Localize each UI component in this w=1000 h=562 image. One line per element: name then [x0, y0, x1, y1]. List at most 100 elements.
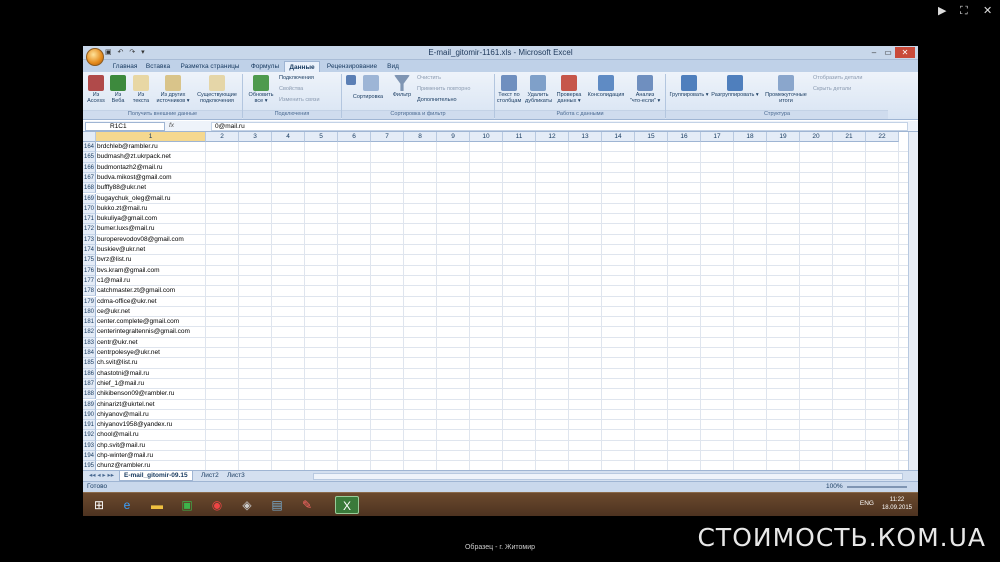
row-header[interactable]: 168: [83, 183, 96, 194]
minimize-button[interactable]: –: [867, 47, 881, 58]
column-header[interactable]: 5: [305, 132, 338, 142]
tab-review[interactable]: Рецензирование: [324, 61, 380, 72]
sheet-nav-arrows[interactable]: ◂◂ ◂ ▸ ▸▸: [85, 471, 118, 481]
zoom-slider[interactable]: [847, 486, 907, 488]
group-button[interactable]: Группировать ▾: [669, 75, 709, 98]
column-header[interactable]: 2: [206, 132, 239, 142]
column-header[interactable]: 8: [404, 132, 437, 142]
row-header[interactable]: 170: [83, 203, 96, 215]
row-header[interactable]: 167: [83, 172, 96, 184]
sort-az-button[interactable]: [345, 75, 357, 86]
row-header[interactable]: 188: [83, 389, 96, 400]
tab-home[interactable]: Главная: [110, 61, 140, 72]
sheet-tab-3[interactable]: Лист3: [223, 471, 249, 481]
name-box[interactable]: R1C1: [85, 122, 165, 131]
row-header[interactable]: 176: [83, 265, 96, 276]
sort-button[interactable]: Сортировка: [349, 94, 387, 100]
row-header[interactable]: 187: [83, 378, 96, 390]
row-header[interactable]: 172: [83, 224, 96, 235]
tab-page-layout[interactable]: Разметка страницы: [175, 61, 245, 72]
column-header[interactable]: 10: [470, 132, 503, 142]
zoom-level[interactable]: 100%: [826, 482, 843, 492]
play-icon[interactable]: ▶: [938, 6, 946, 17]
column-header[interactable]: 15: [635, 132, 668, 142]
row-header[interactable]: 191: [83, 420, 96, 431]
consolidate-button[interactable]: Консолидация: [586, 75, 626, 98]
reapply-button[interactable]: Применить повторно: [417, 86, 491, 92]
column-header[interactable]: 16: [668, 132, 701, 142]
column-header[interactable]: 3: [239, 132, 272, 142]
refresh-all-button[interactable]: Обновить все ▾: [245, 75, 277, 104]
explorer-icon[interactable]: ▬: [145, 496, 169, 514]
column-header[interactable]: 21: [833, 132, 866, 142]
row-header[interactable]: 184: [83, 348, 96, 359]
row-header[interactable]: 192: [83, 430, 96, 441]
horizontal-scrollbar[interactable]: [313, 473, 903, 480]
column-header[interactable]: 17: [701, 132, 734, 142]
column-header[interactable]: 20: [800, 132, 833, 142]
row-header[interactable]: 171: [83, 214, 96, 225]
column-header[interactable]: 22: [866, 132, 899, 142]
remove-duplicates-button[interactable]: Удалить дубликаты: [525, 75, 552, 104]
filter-button[interactable]: Фильтр: [391, 75, 413, 98]
select-all-corner[interactable]: [83, 132, 96, 142]
from-other-sources-button[interactable]: Из других источников ▾: [155, 75, 191, 104]
sort-dialog-icon-button[interactable]: [359, 75, 383, 92]
column-header[interactable]: 18: [734, 132, 767, 142]
column-header[interactable]: 4: [272, 132, 305, 142]
column-header[interactable]: 14: [602, 132, 635, 142]
clock[interactable]: 11:22 18.09.2015: [882, 496, 912, 512]
tab-view[interactable]: Вид: [383, 61, 403, 72]
data-validation-button[interactable]: Проверка данных ▾: [554, 75, 584, 104]
row-header[interactable]: 177: [83, 275, 96, 287]
app-icon[interactable]: ◈: [235, 496, 259, 514]
column-header[interactable]: 12: [536, 132, 569, 142]
row-header[interactable]: 193: [83, 440, 96, 451]
column-header[interactable]: 7: [371, 132, 404, 142]
formula-input[interactable]: 0@mail.ru: [211, 122, 908, 131]
start-icon[interactable]: ⊞: [87, 496, 111, 514]
edit-links-button[interactable]: Изменить связи: [279, 97, 339, 103]
row-header[interactable]: 175: [83, 255, 96, 266]
language-indicator[interactable]: ENG: [860, 500, 874, 507]
row-header[interactable]: 173: [83, 234, 96, 245]
row-header[interactable]: 165: [83, 152, 96, 163]
tab-data[interactable]: Данные: [284, 61, 320, 72]
text-to-columns-button[interactable]: Текст по столбцам: [496, 75, 522, 104]
row-header[interactable]: 179: [83, 296, 96, 307]
column-header[interactable]: 6: [338, 132, 371, 142]
sheet-tab-2[interactable]: Лист2: [197, 471, 223, 481]
vertical-scrollbar[interactable]: [908, 132, 918, 470]
from-web-button[interactable]: Из Веба: [108, 75, 128, 104]
ie-icon[interactable]: e: [115, 496, 139, 514]
from-text-button[interactable]: Из текста: [130, 75, 152, 104]
tab-insert[interactable]: Вставка: [143, 61, 173, 72]
store-icon[interactable]: ▣: [175, 496, 199, 514]
excel-taskbar-icon[interactable]: X: [335, 496, 359, 514]
row-header[interactable]: 180: [83, 306, 96, 318]
row-header[interactable]: 164: [83, 142, 96, 153]
row-header[interactable]: 185: [83, 358, 96, 369]
from-access-button[interactable]: Из Access: [86, 75, 106, 104]
row-header[interactable]: 181: [83, 317, 96, 328]
column-header[interactable]: 11: [503, 132, 536, 142]
row-header[interactable]: 182: [83, 327, 96, 338]
maximize-button[interactable]: ▭: [881, 47, 895, 58]
row-header[interactable]: 174: [83, 245, 96, 256]
tab-formulas[interactable]: Формулы: [248, 61, 282, 72]
what-if-button[interactable]: Анализ "что-если" ▾: [629, 75, 661, 104]
ungroup-button[interactable]: Разгруппировать ▾: [711, 75, 759, 98]
row-header[interactable]: 183: [83, 337, 96, 348]
row-header[interactable]: 178: [83, 286, 96, 297]
close-button[interactable]: ✕: [895, 47, 915, 58]
clear-filter-button[interactable]: Очистить: [417, 75, 487, 81]
chrome-icon[interactable]: ◉: [205, 496, 229, 514]
sheet-tab-emails[interactable]: E-mail_gitomir-09.15: [119, 471, 193, 481]
row-header[interactable]: 166: [83, 162, 96, 173]
connections-button[interactable]: Подключения: [279, 75, 333, 81]
fullscreen-icon[interactable]: ⛶: [960, 6, 968, 17]
row-header[interactable]: 186: [83, 368, 96, 379]
paint-icon[interactable]: ✎: [295, 496, 319, 514]
subtotal-button[interactable]: Промежуточные итоги: [762, 75, 810, 104]
row-header[interactable]: 169: [83, 193, 96, 204]
